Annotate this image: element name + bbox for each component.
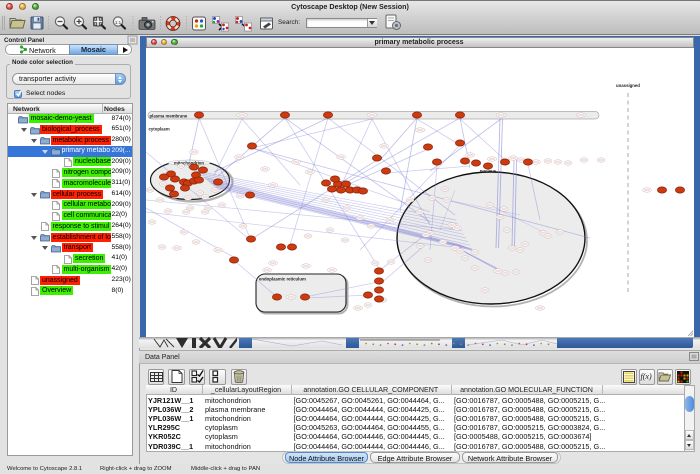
svg-text:cytoplasm: cytoplasm bbox=[149, 127, 170, 132]
svg-text:endoplasmic reticulum: endoplasmic reticulum bbox=[259, 277, 306, 282]
svg-text:plasma membrane: plasma membrane bbox=[150, 113, 188, 118]
svg-text:unassigned: unassigned bbox=[616, 83, 640, 88]
